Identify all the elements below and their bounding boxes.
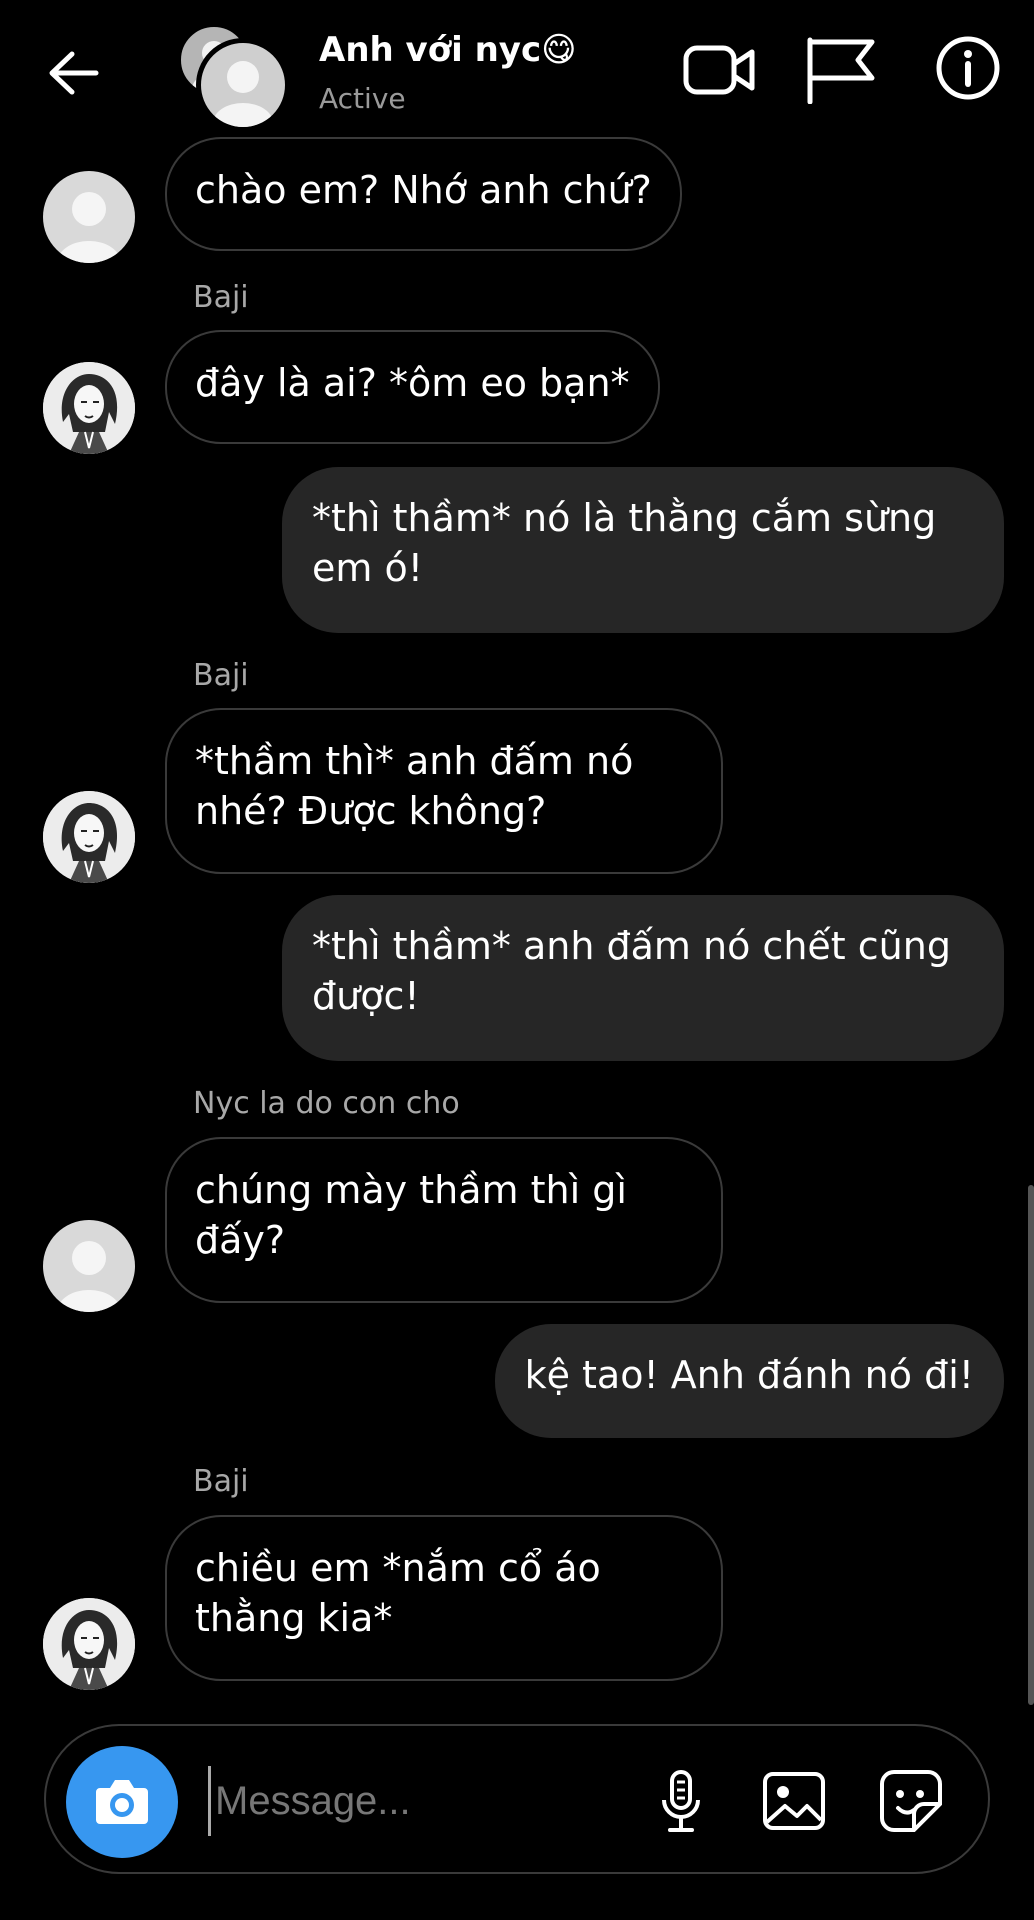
sticker-button[interactable] (876, 1766, 946, 1836)
sender-name: Baji (193, 658, 249, 693)
sender-name: Baji (193, 1464, 249, 1499)
message-text: *thì thầm* nó là thằng cắm sừng em ó! (312, 496, 937, 590)
gallery-button[interactable] (759, 1766, 829, 1836)
message-text: chiều em *nắm cổ áo thằng kia* (195, 1546, 601, 1640)
camera-icon (96, 1780, 148, 1824)
message-text: kệ tao! Anh đánh nó đi! (524, 1353, 974, 1397)
chat-header: Anh với nyc😋 Active (0, 0, 1034, 140)
info-icon (936, 36, 1000, 100)
incoming-message[interactable]: chiều em *nắm cổ áo thằng kia* (165, 1515, 723, 1681)
video-call-button[interactable] (680, 34, 760, 104)
report-button[interactable] (802, 34, 882, 105)
sticker-icon (880, 1770, 942, 1832)
incoming-message[interactable]: *thầm thì* anh đấm nó nhé? Được không? (165, 708, 723, 874)
back-button[interactable] (40, 40, 110, 110)
sender-name: Baji (193, 280, 249, 315)
member-avatar (196, 38, 290, 132)
sender-avatar[interactable] (43, 1220, 135, 1312)
message-text: chào em? Nhớ anh chứ? (195, 168, 652, 212)
scrollbar[interactable] (1028, 1185, 1034, 1705)
message-text: chúng mày thầm thì gì đấy? (195, 1168, 627, 1262)
chat-title-text: Anh với nyc (319, 30, 542, 70)
microphone-icon (662, 1770, 700, 1832)
sender-avatar[interactable] (43, 171, 135, 263)
gallery-icon (763, 1772, 825, 1830)
flag-icon (807, 37, 875, 105)
message-text: *thầm thì* anh đấm nó nhé? Được không? (195, 739, 634, 833)
info-button[interactable] (930, 34, 1010, 104)
voice-message-button[interactable] (646, 1766, 716, 1836)
incoming-message[interactable]: chúng mày thầm thì gì đấy? (165, 1137, 723, 1303)
incoming-message[interactable]: đây là ai? *ôm eo bạn* (165, 330, 660, 444)
message-list[interactable]: chào em? Nhớ anh chứ? Baji đây là ai? *ô… (0, 137, 1034, 1710)
sender-avatar[interactable] (43, 791, 135, 883)
chat-title[interactable]: Anh với nyc😋 (319, 30, 577, 70)
message-text: đây là ai? *ôm eo bạn* (195, 361, 630, 405)
video-camera-icon (683, 45, 755, 95)
camera-button[interactable] (66, 1746, 178, 1858)
message-composer (44, 1724, 990, 1874)
sender-avatar[interactable] (43, 1598, 135, 1690)
outgoing-message[interactable]: *thì thầm* anh đấm nó chết cũng được! (282, 895, 1004, 1061)
outgoing-message[interactable]: kệ tao! Anh đánh nó đi! (494, 1324, 1004, 1438)
sender-name: Nyc la do con cho (193, 1086, 460, 1121)
active-status: Active (319, 82, 406, 115)
group-avatar[interactable] (178, 24, 290, 132)
incoming-message[interactable]: chào em? Nhớ anh chứ? (165, 137, 682, 251)
message-input[interactable] (208, 1766, 638, 1836)
arrow-left-icon (49, 51, 99, 95)
outgoing-message[interactable]: *thì thầm* nó là thằng cắm sừng em ó! (282, 467, 1004, 633)
message-text: *thì thầm* anh đấm nó chết cũng được! (312, 924, 951, 1018)
title-emoji: 😋 (541, 30, 577, 70)
sender-avatar[interactable] (43, 362, 135, 454)
